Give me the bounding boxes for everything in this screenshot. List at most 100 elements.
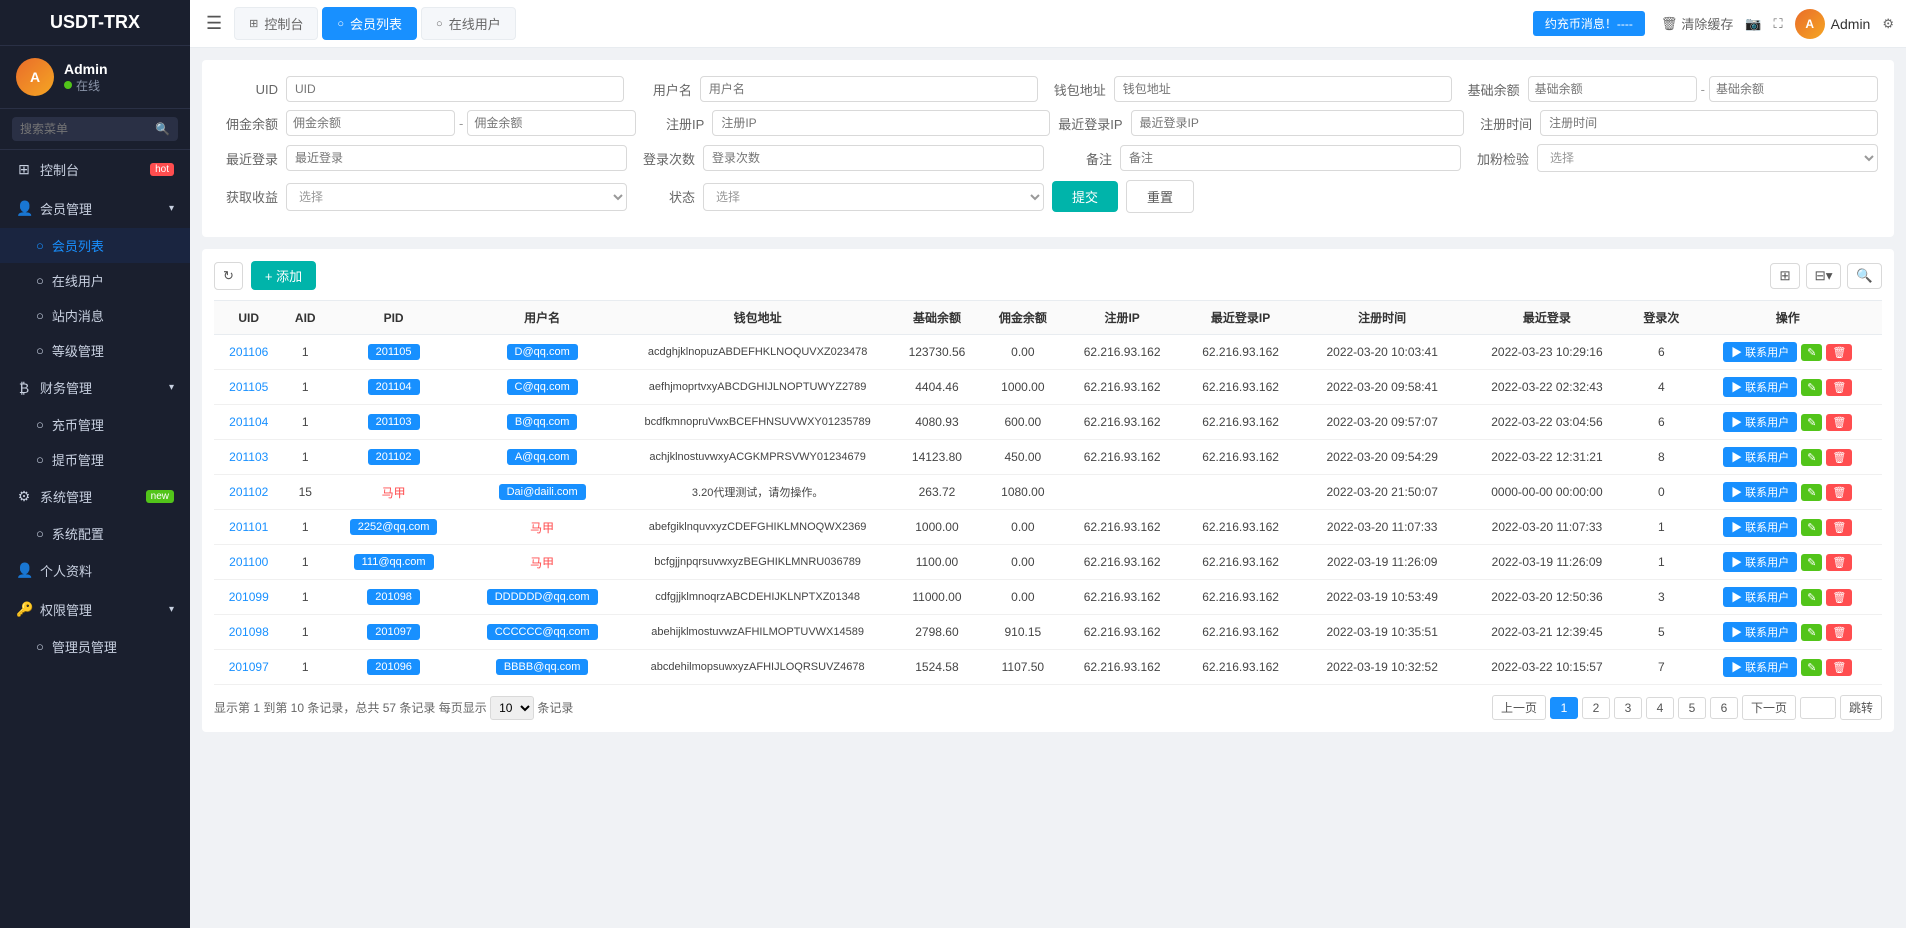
login-count-input[interactable] bbox=[703, 145, 1044, 171]
refresh-button[interactable]: ↻ bbox=[214, 262, 243, 290]
delete-button[interactable]: 🗑 bbox=[1826, 449, 1852, 466]
commission-max-input[interactable] bbox=[467, 110, 636, 136]
main-content: ☰ ⊞ 控制台 ○ 会员列表 ○ 在线用户 约充币消息！---- 🗑 清除缓存 bbox=[190, 0, 1906, 928]
base-amount-max-input[interactable] bbox=[1709, 76, 1878, 102]
tab-dashboard[interactable]: ⊞ 控制台 bbox=[234, 7, 318, 40]
cell-wallet: abcdehilmopsuwxyzAFHIJLOQRSUVZ4678 bbox=[624, 650, 891, 685]
jump-page-input[interactable] bbox=[1800, 697, 1836, 719]
sidebar-item-system-config[interactable]: ○ 系统配置 bbox=[0, 516, 190, 551]
edit-button[interactable]: ✎ bbox=[1801, 589, 1822, 606]
cell-uid: 201104 bbox=[214, 405, 283, 440]
edit-button[interactable]: ✎ bbox=[1801, 344, 1822, 361]
sidebar-item-system[interactable]: ⚙ 系统管理 new bbox=[0, 477, 190, 516]
sidebar-item-withdraw[interactable]: ○ 提币管理 bbox=[0, 442, 190, 477]
jump-button[interactable]: 跳转 bbox=[1840, 695, 1882, 720]
delete-button[interactable]: 🗑 bbox=[1826, 344, 1852, 361]
contact-button[interactable]: ▶ 联系用户 bbox=[1723, 482, 1797, 502]
fullscreen-button[interactable]: ⛶ bbox=[1774, 16, 1783, 32]
sidebar-item-admin-management[interactable]: ○ 管理员管理 bbox=[0, 629, 190, 664]
username-input[interactable] bbox=[700, 76, 1038, 102]
delete-button[interactable]: 🗑 bbox=[1826, 484, 1852, 501]
contact-button[interactable]: ▶ 联系用户 bbox=[1723, 377, 1797, 397]
page-1-button[interactable]: 1 bbox=[1550, 697, 1578, 719]
edit-button[interactable]: ✎ bbox=[1801, 624, 1822, 641]
edit-button[interactable]: ✎ bbox=[1801, 554, 1822, 571]
sidebar-item-profile[interactable]: 👤 个人资料 bbox=[0, 551, 190, 590]
screenshot-button[interactable]: 📷 bbox=[1745, 16, 1761, 32]
edit-button[interactable]: ✎ bbox=[1801, 484, 1822, 501]
col-uid: UID bbox=[214, 301, 283, 335]
delete-button[interactable]: 🗑 bbox=[1826, 554, 1852, 571]
login-count-filter: 登录次数 bbox=[635, 145, 1044, 171]
sidebar-item-online-users[interactable]: ○ 在线用户 bbox=[0, 263, 190, 298]
clear-cache-button[interactable]: 🗑 清除缓存 bbox=[1661, 14, 1734, 33]
register-time-input[interactable] bbox=[1540, 110, 1878, 136]
sidebar-item-finance[interactable]: ₿ 财务管理 ▾ bbox=[0, 368, 190, 407]
delete-button[interactable]: 🗑 bbox=[1826, 414, 1852, 431]
cell-last-login-ip: 62.216.93.162 bbox=[1181, 510, 1299, 545]
cell-login-count: 8 bbox=[1629, 440, 1693, 475]
page-5-button[interactable]: 5 bbox=[1678, 697, 1706, 719]
edit-button[interactable]: ✎ bbox=[1801, 659, 1822, 676]
edit-button[interactable]: ✎ bbox=[1801, 414, 1822, 431]
page-6-button[interactable]: 6 bbox=[1710, 697, 1738, 719]
sidebar-item-recharge[interactable]: ○ 充币管理 bbox=[0, 407, 190, 442]
prev-page-button[interactable]: 上一页 bbox=[1492, 695, 1546, 720]
table-search-button[interactable]: 🔍 bbox=[1847, 263, 1882, 289]
next-page-button[interactable]: 下一页 bbox=[1742, 695, 1796, 720]
page-3-button[interactable]: 3 bbox=[1614, 697, 1642, 719]
contact-button[interactable]: ▶ 联系用户 bbox=[1723, 342, 1797, 362]
delete-button[interactable]: 🗑 bbox=[1826, 589, 1852, 606]
menu-toggle-button[interactable]: ☰ bbox=[202, 9, 226, 38]
tab-online-users[interactable]: ○ 在线用户 bbox=[421, 7, 516, 40]
contact-button[interactable]: ▶ 联系用户 bbox=[1723, 552, 1797, 572]
contact-button[interactable]: ▶ 联系用户 bbox=[1723, 622, 1797, 642]
contact-button[interactable]: ▶ 联系用户 bbox=[1723, 587, 1797, 607]
last-login-input[interactable] bbox=[286, 145, 627, 171]
fan-verify-select[interactable]: 选择 bbox=[1537, 144, 1878, 172]
contact-button[interactable]: ▶ 联系用户 bbox=[1723, 657, 1797, 677]
delete-button[interactable]: 🗑 bbox=[1826, 519, 1852, 536]
register-time-filter: 注册时间 bbox=[1472, 110, 1878, 136]
uid-input[interactable] bbox=[286, 76, 624, 102]
submit-button[interactable]: 提交 bbox=[1052, 181, 1118, 212]
sidebar-item-dashboard[interactable]: ⊞ 控制台 hot bbox=[0, 150, 190, 189]
contact-button[interactable]: ▶ 联系用户 bbox=[1723, 517, 1797, 537]
search-input[interactable] bbox=[12, 117, 178, 141]
sidebar-item-level-management[interactable]: ○ 等级管理 bbox=[0, 333, 190, 368]
earn-profit-select[interactable]: 选择 bbox=[286, 183, 627, 211]
wallet-input[interactable] bbox=[1114, 76, 1452, 102]
page-4-button[interactable]: 4 bbox=[1646, 697, 1674, 719]
edit-button[interactable]: ✎ bbox=[1801, 379, 1822, 396]
reset-button[interactable]: 重置 bbox=[1126, 180, 1194, 213]
table-view-button[interactable]: ⊞ bbox=[1770, 263, 1799, 289]
sidebar-item-site-messages[interactable]: ○ 站内消息 bbox=[0, 298, 190, 333]
add-button[interactable]: + 添加 bbox=[251, 261, 316, 290]
edit-button[interactable]: ✎ bbox=[1801, 519, 1822, 536]
delete-button[interactable]: 🗑 bbox=[1826, 379, 1852, 396]
sidebar-item-member-list[interactable]: ○ 会员列表 bbox=[0, 228, 190, 263]
cell-username: B@qq.com bbox=[460, 405, 624, 440]
contact-button[interactable]: ▶ 联系用户 bbox=[1723, 447, 1797, 467]
sidebar-item-member-management[interactable]: 👤 会员管理 ▾ bbox=[0, 189, 190, 228]
page-size-select[interactable]: 10 20 50 bbox=[490, 696, 534, 720]
status-select[interactable]: 选择 bbox=[703, 183, 1044, 211]
cell-base-amount: 1000.00 bbox=[891, 510, 983, 545]
settings-button[interactable]: ⚙ bbox=[1882, 16, 1894, 32]
sidebar-item-permission[interactable]: 🔑 权限管理 ▾ bbox=[0, 590, 190, 629]
contact-button[interactable]: ▶ 联系用户 bbox=[1723, 412, 1797, 432]
last-login-ip-input[interactable] bbox=[1131, 110, 1465, 136]
edit-button[interactable]: ✎ bbox=[1801, 449, 1822, 466]
delete-button[interactable]: 🗑 bbox=[1826, 659, 1852, 676]
delete-button[interactable]: 🗑 bbox=[1826, 624, 1852, 641]
register-ip-input[interactable] bbox=[712, 110, 1050, 136]
tab-member-list[interactable]: ○ 会员列表 bbox=[322, 7, 417, 40]
cell-uid: 201102 bbox=[214, 475, 283, 510]
new-badge: new bbox=[146, 490, 174, 503]
grid-view-button[interactable]: ⊟▾ bbox=[1806, 263, 1842, 289]
remarks-input[interactable] bbox=[1120, 145, 1461, 171]
base-amount-min-input[interactable] bbox=[1528, 76, 1697, 102]
page-2-button[interactable]: 2 bbox=[1582, 697, 1610, 719]
commission-min-input[interactable] bbox=[286, 110, 455, 136]
sidebar-search[interactable]: 🔍 bbox=[0, 109, 190, 150]
